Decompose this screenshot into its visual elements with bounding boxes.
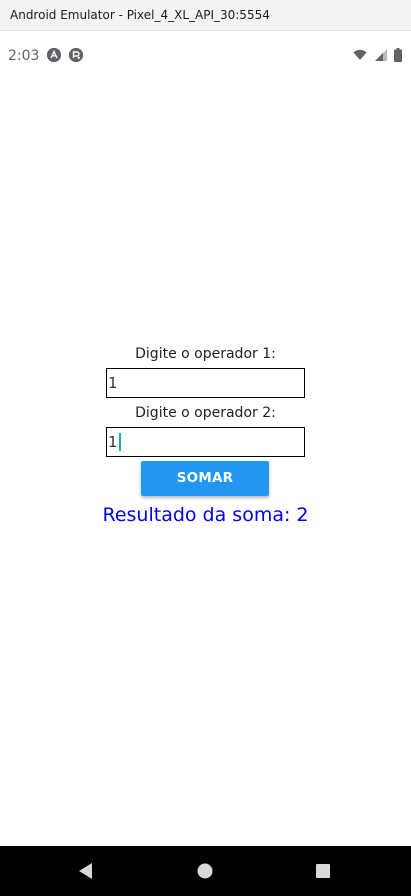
operator2-value: 1 bbox=[108, 433, 118, 451]
home-icon[interactable] bbox=[195, 861, 215, 881]
operator1-label: Digite o operador 1: bbox=[135, 346, 276, 362]
operator2-input[interactable]: 1 bbox=[106, 427, 305, 457]
status-icons bbox=[350, 48, 402, 62]
app-notification-icon-2 bbox=[69, 48, 83, 62]
sum-values-button[interactable]: SOMAR VALORES bbox=[141, 461, 269, 521]
battery-icon bbox=[394, 48, 402, 62]
status-time: 2:03 bbox=[8, 48, 40, 64]
window-title: Android Emulator - Pixel_4_XL_API_30:555… bbox=[10, 8, 270, 22]
operator1-input[interactable]: 1 bbox=[106, 368, 305, 398]
sum-result-text: Resultado da soma: 2 bbox=[102, 504, 309, 526]
recents-icon[interactable] bbox=[313, 861, 333, 881]
operator1-value: 1 bbox=[108, 374, 118, 392]
wifi-icon bbox=[353, 49, 367, 60]
cell-signal-icon bbox=[374, 49, 387, 61]
operator2-label: Digite o operador 2: bbox=[135, 405, 276, 421]
text-cursor bbox=[118, 432, 121, 451]
window-title-bar: Android Emulator - Pixel_4_XL_API_30:555… bbox=[0, 0, 411, 31]
app-notification-icon bbox=[47, 48, 61, 62]
back-icon[interactable] bbox=[76, 861, 96, 881]
status-bar: 2:03 bbox=[0, 31, 411, 79]
navigation-bar bbox=[0, 846, 411, 896]
